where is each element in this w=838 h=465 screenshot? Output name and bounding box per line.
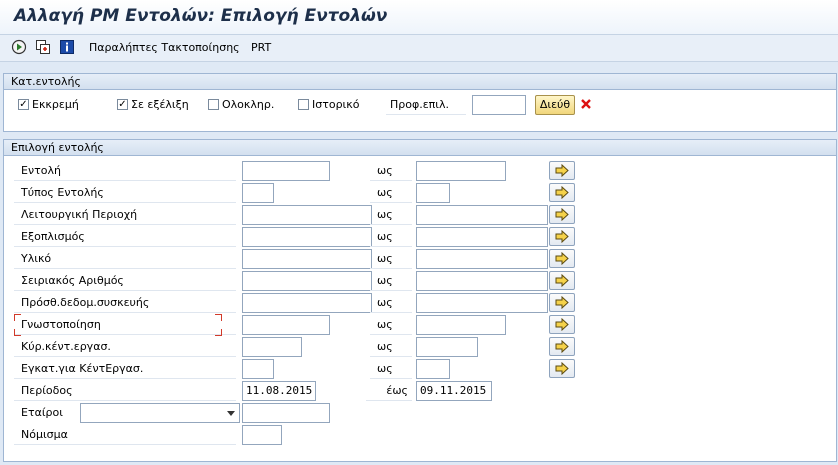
multiple-selection-button[interactable]	[549, 161, 575, 180]
functional-location-from-input[interactable]	[242, 205, 372, 225]
multiple-selection-icon	[555, 252, 569, 265]
multiple-selection-button[interactable]	[549, 359, 575, 378]
info-icon[interactable]	[59, 39, 75, 55]
to-label: ως	[370, 161, 412, 181]
material-label: Υλικό	[14, 249, 236, 269]
prt-button[interactable]: PRT	[251, 41, 271, 54]
currency-label: Νόμισμα	[14, 425, 236, 445]
to-label: ως	[370, 359, 412, 379]
checkbox-label: Ολοκληρ.	[222, 98, 275, 111]
partners-label: Εταίροι	[21, 406, 63, 419]
material-to-input[interactable]	[416, 249, 548, 269]
plant-work-center-label: Εγκατ.για ΚέντΕργασ.	[14, 359, 236, 379]
focus-frame	[14, 314, 222, 336]
multiple-selection-button[interactable]	[549, 315, 575, 334]
serial-number-label: Σειριακός Αριθμός	[14, 271, 236, 291]
multiple-selection-icon	[555, 186, 569, 199]
equipment-label: Εξοπλισμός	[14, 227, 236, 247]
execute-icon[interactable]	[11, 39, 27, 55]
device-data-to-input[interactable]	[416, 293, 548, 313]
checkbox-outstanding[interactable]: ✓	[18, 99, 29, 110]
multiple-selection-icon	[555, 164, 569, 177]
main-work-center-label: Κύρ.κέντ.εργασ.	[14, 337, 236, 357]
main-work-center-from-input[interactable]	[242, 337, 302, 357]
multiple-selection-button[interactable]	[549, 293, 575, 312]
multiple-selection-button[interactable]	[549, 183, 575, 202]
address-button[interactable]: Διεύθ	[535, 95, 575, 115]
notification-to-input[interactable]	[416, 315, 506, 335]
period-to-label: έως	[366, 381, 412, 401]
title-bar: Αλλαγή PM Εντολών: Επιλογή Εντολών	[0, 0, 838, 35]
group-title: Κατ.εντολής	[4, 74, 836, 90]
multiple-selection-button[interactable]	[549, 337, 575, 356]
checkmark-icon: ✓	[19, 99, 28, 110]
settlement-receivers-button[interactable]: Παραλήπτες Τακτοποίησης	[89, 41, 240, 54]
application-toolbar: Παραλήπτες Τακτοποίησης PRT	[0, 35, 838, 62]
to-label: ως	[370, 227, 412, 247]
functional-location-to-input[interactable]	[416, 205, 548, 225]
period-label: Περίοδος	[14, 381, 236, 401]
to-label: ως	[370, 337, 412, 357]
checkbox-in-process[interactable]: ✓	[117, 99, 128, 110]
device-data-from-input[interactable]	[242, 293, 372, 313]
order-label: Εντολή	[14, 161, 236, 181]
multiple-selection-icon	[555, 274, 569, 287]
checkbox-label: Σε εξέλιξη	[131, 98, 189, 111]
copy-icon[interactable]	[35, 39, 51, 55]
order-type-from-input[interactable]	[242, 183, 274, 203]
multiple-selection-icon	[555, 318, 569, 331]
serial-number-to-input[interactable]	[416, 271, 548, 291]
functional-location-label: Λειτουργική Περιοχή	[14, 205, 236, 225]
checkmark-icon: ✓	[118, 99, 127, 110]
currency-input[interactable]	[242, 425, 282, 445]
equipment-from-input[interactable]	[242, 227, 372, 247]
device-data-label: Πρόσθ.δεδομ.συσκευής	[14, 293, 236, 313]
to-label: ως	[370, 271, 412, 291]
checkbox-completed[interactable]	[208, 99, 219, 110]
multiple-selection-button[interactable]	[549, 205, 575, 224]
multiple-selection-button[interactable]	[549, 249, 575, 268]
period-from-input[interactable]: 11.08.2015	[242, 381, 316, 401]
profile-label: Προφ.επιλ.	[386, 95, 466, 115]
order-to-input[interactable]	[416, 161, 506, 181]
checkbox-label: Ιστορικό	[312, 98, 360, 111]
page-title: Αλλαγή PM Εντολών: Επιλογή Εντολών	[14, 6, 388, 26]
to-label: ως	[370, 293, 412, 313]
to-label: ως	[370, 183, 412, 203]
plant-work-center-from-input[interactable]	[242, 359, 274, 379]
order-from-input[interactable]	[242, 161, 330, 181]
multiple-selection-button[interactable]	[549, 271, 575, 290]
order-type-label: Τύπος Εντολής	[14, 183, 236, 203]
partner-role-select[interactable]	[80, 403, 240, 423]
delete-icon[interactable]	[580, 98, 592, 110]
multiple-selection-icon	[555, 296, 569, 309]
multiple-selection-icon	[555, 340, 569, 353]
multiple-selection-icon	[555, 362, 569, 375]
main-work-center-to-input[interactable]	[416, 337, 478, 357]
period-to-input[interactable]: 09.11.2015	[416, 381, 492, 401]
to-label: ως	[370, 249, 412, 269]
material-from-input[interactable]	[242, 249, 372, 269]
profile-input[interactable]	[472, 95, 526, 115]
equipment-to-input[interactable]	[416, 227, 548, 247]
group-title: Επιλογή εντολής	[4, 140, 836, 156]
checkbox-label: Εκκρεμή	[32, 98, 79, 111]
checkbox-historical[interactable]	[298, 99, 309, 110]
plant-work-center-to-input[interactable]	[416, 359, 450, 379]
multiple-selection-icon	[555, 208, 569, 221]
to-label: ως	[370, 315, 412, 335]
serial-number-from-input[interactable]	[242, 271, 372, 291]
order-type-to-input[interactable]	[416, 183, 450, 203]
chevron-down-icon	[227, 411, 235, 416]
multiple-selection-button[interactable]	[549, 227, 575, 246]
to-label: ως	[370, 205, 412, 225]
notification-from-input[interactable]	[242, 315, 330, 335]
multiple-selection-icon	[555, 230, 569, 243]
partner-input[interactable]	[242, 403, 330, 423]
